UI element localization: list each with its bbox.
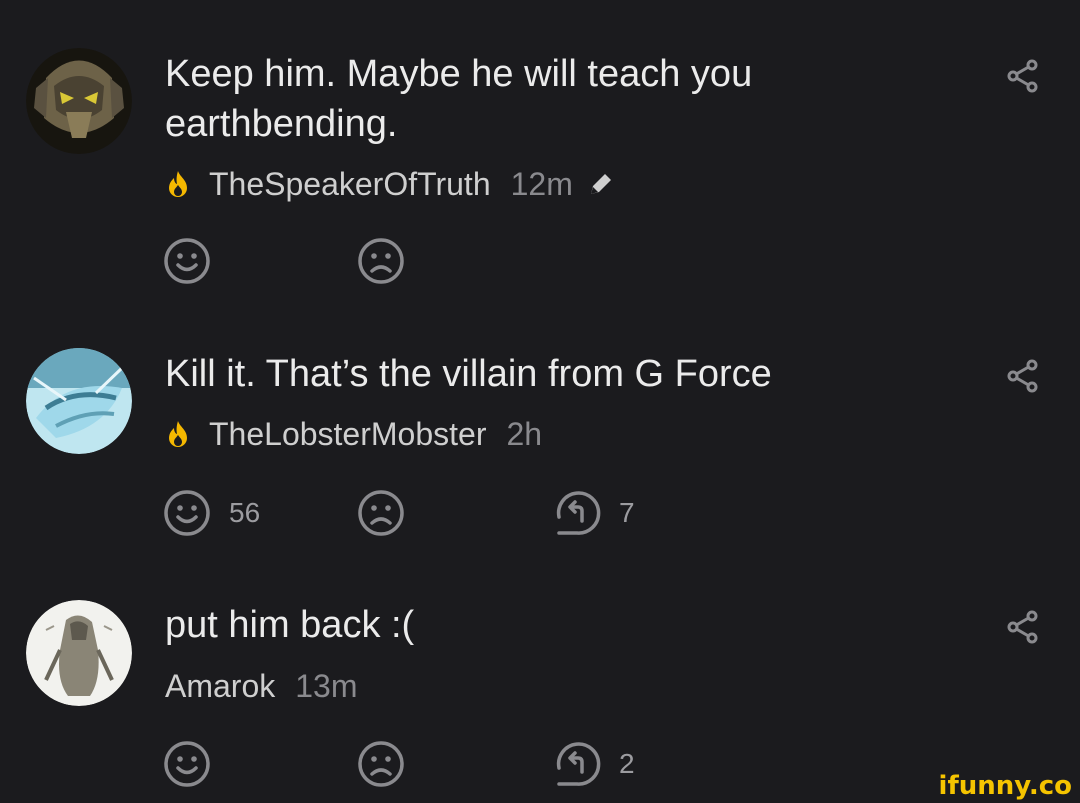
reply-icon bbox=[556, 742, 601, 786]
username[interactable]: TheSpeakerOfTruth bbox=[209, 164, 491, 204]
smile-count: 56 bbox=[229, 497, 261, 528]
smile-icon bbox=[164, 238, 210, 284]
username[interactable]: Amarok bbox=[165, 666, 275, 706]
avatar[interactable] bbox=[26, 348, 132, 454]
share-icon[interactable] bbox=[1006, 610, 1040, 644]
smile-icon bbox=[164, 741, 210, 787]
fire-icon bbox=[169, 421, 187, 447]
unsmile-icon bbox=[358, 741, 404, 787]
timestamp: 2h bbox=[506, 416, 543, 452]
unsmile-button[interactable] bbox=[357, 237, 405, 285]
comment-actions: 56 7 bbox=[163, 489, 863, 539]
timestamp: 13m bbox=[295, 668, 358, 704]
comment-text: Keep him. Maybe he will teach you earthb… bbox=[165, 53, 753, 145]
smile-button[interactable] bbox=[163, 237, 229, 285]
reply-icon bbox=[556, 491, 601, 535]
username[interactable]: TheLobsterMobster bbox=[209, 414, 486, 454]
unsmile-icon bbox=[358, 490, 404, 536]
comment-actions bbox=[163, 237, 863, 287]
reply-count: 7 bbox=[619, 497, 635, 528]
avatar[interactable] bbox=[26, 48, 132, 154]
comment-meta: Amarok 13m bbox=[165, 666, 358, 706]
fire-icon bbox=[169, 171, 187, 197]
comment-actions: 2 bbox=[163, 740, 863, 790]
share-icon[interactable] bbox=[1006, 59, 1040, 93]
unsmile-button[interactable] bbox=[357, 489, 405, 537]
pencil-icon bbox=[590, 174, 611, 194]
reply-button[interactable]: 2 bbox=[553, 740, 635, 788]
comment-meta: TheSpeakerOfTruth 12m bbox=[165, 164, 615, 204]
unsmile-button[interactable] bbox=[357, 740, 405, 788]
unsmile-icon bbox=[358, 238, 404, 284]
reply-button[interactable]: 7 bbox=[553, 489, 635, 537]
ifunny-watermark: ifunny.co bbox=[938, 771, 1072, 801]
comment-text: put him back :( bbox=[165, 604, 415, 646]
timestamp: 12m bbox=[510, 166, 573, 202]
comment-meta: TheLobsterMobster 2h bbox=[165, 414, 542, 454]
avatar[interactable] bbox=[26, 600, 132, 706]
smile-icon bbox=[164, 490, 210, 536]
share-icon[interactable] bbox=[1006, 359, 1040, 393]
smile-button[interactable] bbox=[163, 740, 229, 788]
smile-button[interactable]: 56 bbox=[163, 489, 260, 537]
comment-text: Kill it. That’s the villain from G Force bbox=[165, 353, 772, 395]
reply-count: 2 bbox=[619, 748, 635, 779]
